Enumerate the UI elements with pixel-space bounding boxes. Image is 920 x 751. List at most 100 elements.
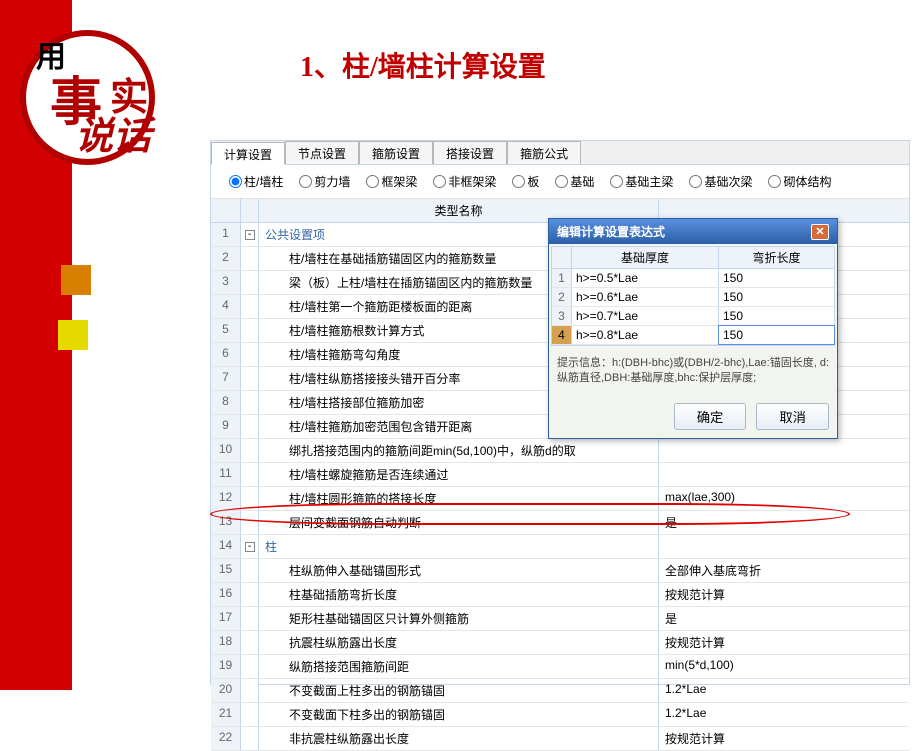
dlg-row-4[interactable]: 4h>=0.8*Lae150 bbox=[552, 326, 834, 345]
row-name: 矩形柱基础锚固区只计算外侧箍筋 bbox=[259, 607, 659, 630]
square-orange bbox=[61, 265, 91, 295]
row-value[interactable] bbox=[659, 439, 909, 462]
radio-input-1[interactable] bbox=[299, 175, 312, 188]
radio-input-7[interactable] bbox=[689, 175, 702, 188]
dlg-row-cond[interactable]: h>=0.7*Lae bbox=[572, 307, 719, 325]
radio-input-2[interactable] bbox=[366, 175, 379, 188]
row-value[interactable]: 是 bbox=[659, 511, 909, 534]
row-num: 13 bbox=[211, 511, 241, 534]
grid-row-17[interactable]: 17矩形柱基础锚固区只计算外侧箍筋是 bbox=[211, 607, 909, 631]
row-value[interactable]: 1.2*Lae bbox=[659, 679, 909, 702]
row-name: 抗震柱纵筋露出长度 bbox=[259, 631, 659, 654]
radio-input-5[interactable] bbox=[555, 175, 568, 188]
dlg-row-1[interactable]: 1h>=0.5*Lae150 bbox=[552, 269, 834, 288]
row-expand bbox=[241, 679, 259, 702]
row-value[interactable]: 1.2*Lae bbox=[659, 703, 909, 726]
radio-0[interactable]: 柱/墙柱 bbox=[229, 173, 283, 190]
row-num: 9 bbox=[211, 415, 241, 438]
grid-row-15[interactable]: 15柱纵筋伸入基础锚固形式全部伸入基底弯折 bbox=[211, 559, 909, 583]
grid-row-16[interactable]: 16柱基础插筋弯折长度按规范计算 bbox=[211, 583, 909, 607]
logo: 用 事 实 说话 bbox=[20, 20, 190, 160]
grid-row-12[interactable]: 12柱/墙柱圆形箍筋的搭接长度max(lae,300) bbox=[211, 487, 909, 511]
grid-row-13[interactable]: 13层间变截面钢筋自动判断是 bbox=[211, 511, 909, 535]
radio-8[interactable]: 砌体结构 bbox=[768, 173, 831, 190]
radio-input-8[interactable] bbox=[768, 175, 781, 188]
dialog-titlebar[interactable]: 编辑计算设置表达式 ✕ bbox=[549, 219, 837, 244]
category-radio-row: 柱/墙柱剪力墙 框架梁非框架梁板 基础 基础主梁 基础次梁砌体结构 bbox=[211, 165, 909, 199]
radio-label-7: 基础次梁 bbox=[704, 173, 752, 190]
dlg-row-3[interactable]: 3h>=0.7*Lae150 bbox=[552, 307, 834, 326]
radio-4[interactable]: 板 bbox=[512, 173, 539, 190]
row-expand bbox=[241, 607, 259, 630]
grid-row-22[interactable]: 22非抗震柱纵筋露出长度按规范计算 bbox=[211, 727, 909, 751]
row-num: 18 bbox=[211, 631, 241, 654]
cancel-button[interactable]: 取消 bbox=[756, 403, 829, 430]
grid-row-14[interactable]: 14-柱 bbox=[211, 535, 909, 559]
row-value[interactable]: 全部伸入基底弯折 bbox=[659, 559, 909, 582]
grid-row-10[interactable]: 10绑扎搭接范围内的箍筋间距min(5d,100)中，纵筋d的取 bbox=[211, 439, 909, 463]
dlg-col-val: 弯折长度 bbox=[719, 247, 834, 268]
row-value[interactable] bbox=[659, 535, 909, 558]
dlg-row-2[interactable]: 2h>=0.6*Lae150 bbox=[552, 288, 834, 307]
row-value[interactable]: 是 bbox=[659, 607, 909, 630]
grid-row-18[interactable]: 18 抗震柱纵筋露出长度按规范计算 bbox=[211, 631, 909, 655]
radio-label-5: 基础 bbox=[570, 173, 594, 190]
dlg-row-cond[interactable]: h>=0.5*Lae bbox=[572, 269, 719, 287]
radio-label-6: 基础主梁 bbox=[625, 173, 673, 190]
col-expand-header bbox=[241, 199, 259, 222]
ok-button[interactable]: 确定 bbox=[674, 403, 747, 430]
row-value[interactable]: max(lae,300) bbox=[659, 487, 909, 510]
row-expand bbox=[241, 415, 259, 438]
row-num: 1 bbox=[211, 223, 241, 246]
row-value[interactable]: 按规范计算 bbox=[659, 727, 909, 750]
grid-row-11[interactable]: 11柱/墙柱螺旋箍筋是否连续通过 bbox=[211, 463, 909, 487]
collapse-icon[interactable]: - bbox=[245, 230, 255, 240]
dlg-row-num: 3 bbox=[552, 307, 572, 325]
radio-input-3[interactable] bbox=[433, 175, 446, 188]
row-expand[interactable]: - bbox=[241, 223, 259, 246]
radio-1[interactable]: 剪力墙 bbox=[299, 173, 350, 190]
dlg-row-val[interactable]: 150 bbox=[719, 269, 834, 287]
row-value[interactable]: 按规范计算 bbox=[659, 583, 909, 606]
dlg-row-num: 2 bbox=[552, 288, 572, 306]
grid-row-20[interactable]: 20不变截面上柱多出的钢筋锚固1.2*Lae bbox=[211, 679, 909, 703]
dialog-title-text: 编辑计算设置表达式 bbox=[557, 223, 665, 240]
dlg-col-num bbox=[552, 247, 572, 268]
radio-label-2: 框架梁 bbox=[381, 173, 417, 190]
dlg-row-cond[interactable]: h>=0.8*Lae bbox=[572, 326, 719, 344]
row-name: 纵筋搭接范围箍筋间距 bbox=[259, 655, 659, 678]
dlg-row-val[interactable]: 150 bbox=[719, 307, 834, 325]
row-value[interactable]: 按规范计算 bbox=[659, 631, 909, 654]
dlg-row-cond[interactable]: h>=0.6*Lae bbox=[572, 288, 719, 306]
row-expand bbox=[241, 319, 259, 342]
dialog-grid: 基础厚度 弯折长度 1h>=0.5*Lae1502h>=0.6*Lae1503h… bbox=[551, 246, 835, 346]
tab-4[interactable]: 箍筋公式 bbox=[507, 141, 581, 164]
radio-2[interactable]: 框架梁 bbox=[366, 173, 417, 190]
dlg-row-val[interactable]: 150 bbox=[719, 326, 834, 344]
tab-1[interactable]: 节点设置 bbox=[285, 141, 359, 164]
radio-input-4[interactable] bbox=[512, 175, 525, 188]
tab-2[interactable]: 箍筋设置 bbox=[359, 141, 433, 164]
tab-3[interactable]: 搭接设置 bbox=[433, 141, 507, 164]
radio-7[interactable]: 基础次梁 bbox=[689, 173, 752, 190]
tab-0[interactable]: 计算设置 bbox=[211, 142, 285, 165]
collapse-icon[interactable]: - bbox=[245, 542, 255, 552]
grid-row-19[interactable]: 19纵筋搭接范围箍筋间距min(5*d,100) bbox=[211, 655, 909, 679]
radio-input-0[interactable] bbox=[229, 175, 242, 188]
radio-3[interactable]: 非框架梁 bbox=[433, 173, 496, 190]
row-value[interactable] bbox=[659, 463, 909, 486]
row-expand bbox=[241, 439, 259, 462]
row-expand[interactable]: - bbox=[241, 535, 259, 558]
row-expand bbox=[241, 487, 259, 510]
radio-6[interactable]: 基础主梁 bbox=[610, 173, 673, 190]
row-name: 不变截面上柱多出的钢筋锚固 bbox=[259, 679, 659, 702]
row-num: 11 bbox=[211, 463, 241, 486]
close-icon[interactable]: ✕ bbox=[811, 224, 829, 240]
row-num: 12 bbox=[211, 487, 241, 510]
radio-5[interactable]: 基础 bbox=[555, 173, 594, 190]
row-value[interactable]: min(5*d,100) bbox=[659, 655, 909, 678]
dlg-row-val[interactable]: 150 bbox=[719, 288, 834, 306]
radio-input-6[interactable] bbox=[610, 175, 623, 188]
row-expand bbox=[241, 559, 259, 582]
grid-row-21[interactable]: 21不变截面下柱多出的钢筋锚固1.2*Lae bbox=[211, 703, 909, 727]
